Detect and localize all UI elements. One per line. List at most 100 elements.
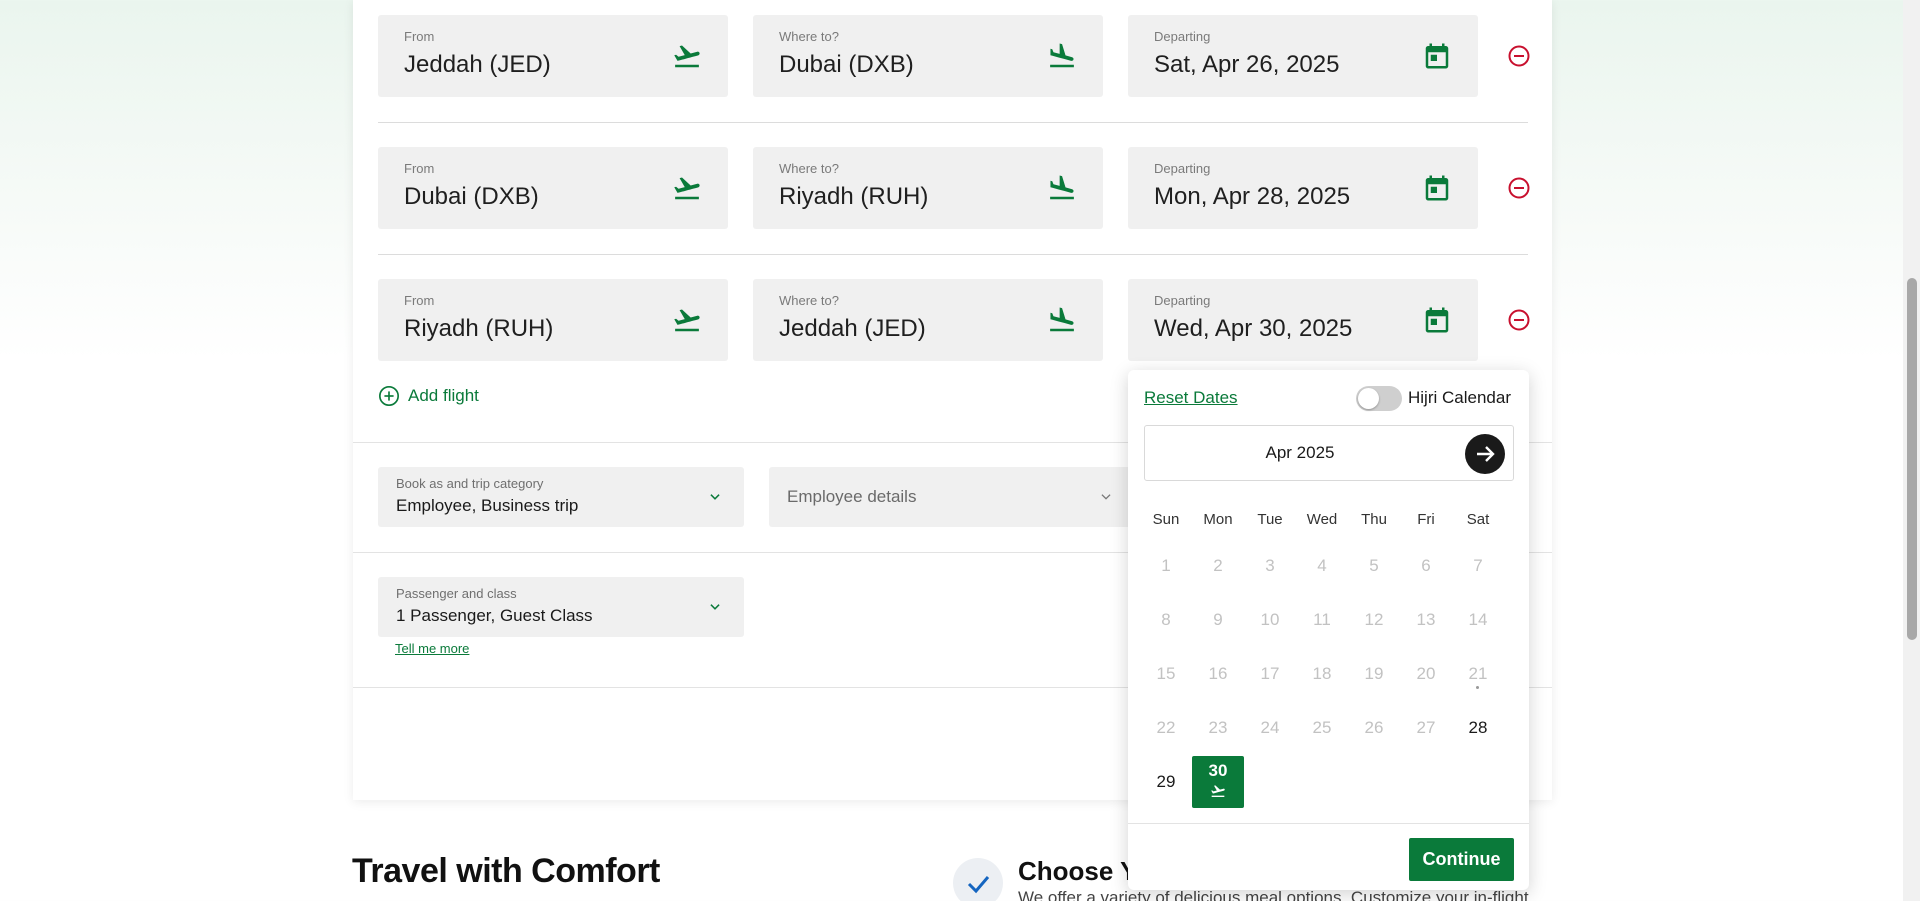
remove-flight-icon-3[interactable] (1507, 308, 1531, 332)
calendar-day: 13 (1416, 610, 1436, 629)
to-value: Riyadh (RUH) (779, 183, 929, 210)
weekday-header: Tue (1257, 511, 1283, 528)
calendar-day: 3 (1265, 556, 1275, 575)
date-field-2[interactable]: Departing Mon, Apr 28, 2025 (1128, 147, 1478, 229)
calendar-day-selected[interactable]: 30 (1192, 756, 1244, 808)
toggle-knob (1358, 388, 1379, 409)
weekday-header: Mon (1203, 511, 1233, 528)
weekday-header: Sat (1466, 511, 1490, 528)
remove-flight-icon-2[interactable] (1507, 176, 1531, 200)
calendar-day[interactable]: 28 (1452, 708, 1504, 748)
to-value: Jeddah (JED) (779, 315, 926, 342)
calendar-day: 17 (1260, 664, 1280, 683)
date-label: Departing (1154, 161, 1211, 176)
chevron-down-icon (1101, 494, 1111, 500)
employee-details-placeholder: Employee details (787, 487, 917, 506)
landing-icon (1050, 43, 1074, 68)
calendar-day: 5 (1369, 556, 1379, 575)
booking-category-label: Book as and trip category (396, 476, 544, 491)
to-field-2[interactable]: Where to? Riyadh (RUH) (753, 147, 1103, 229)
today-marker (1476, 686, 1479, 689)
calendar-divider (1128, 823, 1529, 824)
add-flight-button[interactable]: Add flight (378, 385, 479, 407)
row-divider (378, 254, 1528, 255)
calendar-day: 11 (1313, 610, 1331, 629)
add-flight-label: Add flight (408, 386, 479, 405)
travel-comfort-heading: Travel with Comfort (352, 852, 660, 890)
reset-dates-link[interactable]: Reset Dates (1144, 388, 1238, 408)
weekday-header: Sun (1152, 511, 1180, 528)
date-value: Sat, Apr 26, 2025 (1154, 51, 1340, 78)
remove-flight-icon-1[interactable] (1507, 44, 1531, 68)
employee-details-select[interactable]: Employee details (769, 467, 1135, 527)
calendar-day: 23 (1208, 718, 1228, 737)
continue-button[interactable]: Continue (1409, 838, 1514, 881)
to-value: Dubai (DXB) (779, 51, 914, 78)
calendar-icon (1425, 307, 1449, 333)
flight-row-3: From Riyadh (RUH) Where to? Jeddah (JED)… (378, 279, 1531, 361)
flight-row-1: From Jeddah (JED) Where to? Dubai (DXB) … (378, 15, 1531, 97)
scrollbar-track[interactable] (1903, 0, 1920, 901)
from-field-1[interactable]: From Jeddah (JED) (378, 15, 728, 97)
arrow-right-icon (1477, 446, 1495, 462)
calendar-day: 2 (1213, 556, 1223, 575)
passenger-class-select[interactable]: Passenger and class 1 Passenger, Guest C… (378, 577, 744, 637)
feature-check-badge (953, 858, 1003, 901)
calendar-icon (1425, 175, 1449, 201)
date-label: Departing (1154, 293, 1211, 308)
date-field-1[interactable]: Departing Sat, Apr 26, 2025 (1128, 15, 1478, 97)
calendar-day: 15 (1156, 664, 1176, 683)
scrollbar-thumb[interactable] (1907, 278, 1917, 640)
from-field-3[interactable]: From Riyadh (RUH) (378, 279, 728, 361)
passenger-class-label: Passenger and class (396, 586, 517, 601)
weekday-header: Thu (1361, 511, 1387, 528)
takeoff-icon (674, 309, 700, 332)
booking-category-select[interactable]: Book as and trip category Employee, Busi… (378, 467, 744, 527)
from-value: Riyadh (RUH) (404, 315, 554, 342)
to-field-3[interactable]: Where to? Jeddah (JED) (753, 279, 1103, 361)
to-label: Where to? (779, 161, 839, 176)
to-field-1[interactable]: Where to? Dubai (DXB) (753, 15, 1103, 97)
date-picker-popup: Reset Dates Hijri Calendar Apr 2025 Sun M… (1128, 370, 1529, 890)
chevron-down-icon (710, 494, 720, 500)
calendar-day: 7 (1473, 556, 1483, 575)
booking-category-value: Employee, Business trip (396, 496, 579, 515)
month-label: Apr 2025 (1265, 443, 1335, 462)
from-label: From (404, 29, 435, 44)
row-divider (378, 122, 1528, 123)
date-value: Wed, Apr 30, 2025 (1154, 315, 1353, 342)
weekday-header: Fri (1417, 511, 1435, 528)
check-icon (967, 876, 990, 894)
from-label: From (404, 161, 435, 176)
calendar-day: 12 (1364, 610, 1384, 629)
month-header: Apr 2025 (1144, 425, 1514, 481)
calendar-day: 27 (1416, 718, 1436, 737)
hijri-calendar-label: Hijri Calendar (1408, 388, 1511, 407)
to-label: Where to? (779, 29, 839, 44)
calendar-day: 18 (1312, 664, 1332, 683)
to-label: Where to? (779, 293, 839, 308)
calendar-day[interactable]: 29 (1140, 762, 1192, 802)
takeoff-icon (674, 45, 700, 68)
date-field-3[interactable]: Departing Wed, Apr 30, 2025 (1128, 279, 1478, 361)
from-field-2[interactable]: From Dubai (DXB) (378, 147, 728, 229)
landing-icon (1050, 307, 1074, 332)
calendar-day: 16 (1208, 664, 1228, 683)
add-circle-icon (379, 386, 399, 406)
calendar-day: 1 (1161, 556, 1171, 575)
calendar-icon (1425, 43, 1449, 69)
calendar-day: 4 (1317, 556, 1327, 575)
hijri-calendar-toggle[interactable] (1356, 386, 1402, 411)
calendar-day: 26 (1364, 718, 1384, 737)
weekday-header: Wed (1306, 511, 1338, 528)
tell-me-more-link[interactable]: Tell me more (395, 641, 469, 656)
calendar-day: 8 (1161, 610, 1171, 629)
calendar-day: 22 (1156, 718, 1176, 737)
calendar-day: 19 (1364, 664, 1384, 683)
next-month-button[interactable] (1465, 434, 1505, 474)
takeoff-icon (1211, 785, 1225, 797)
calendar-day: 14 (1468, 610, 1488, 629)
calendar-day: 24 (1260, 718, 1280, 737)
from-label: From (404, 293, 435, 308)
calendar-day: 25 (1312, 718, 1332, 737)
